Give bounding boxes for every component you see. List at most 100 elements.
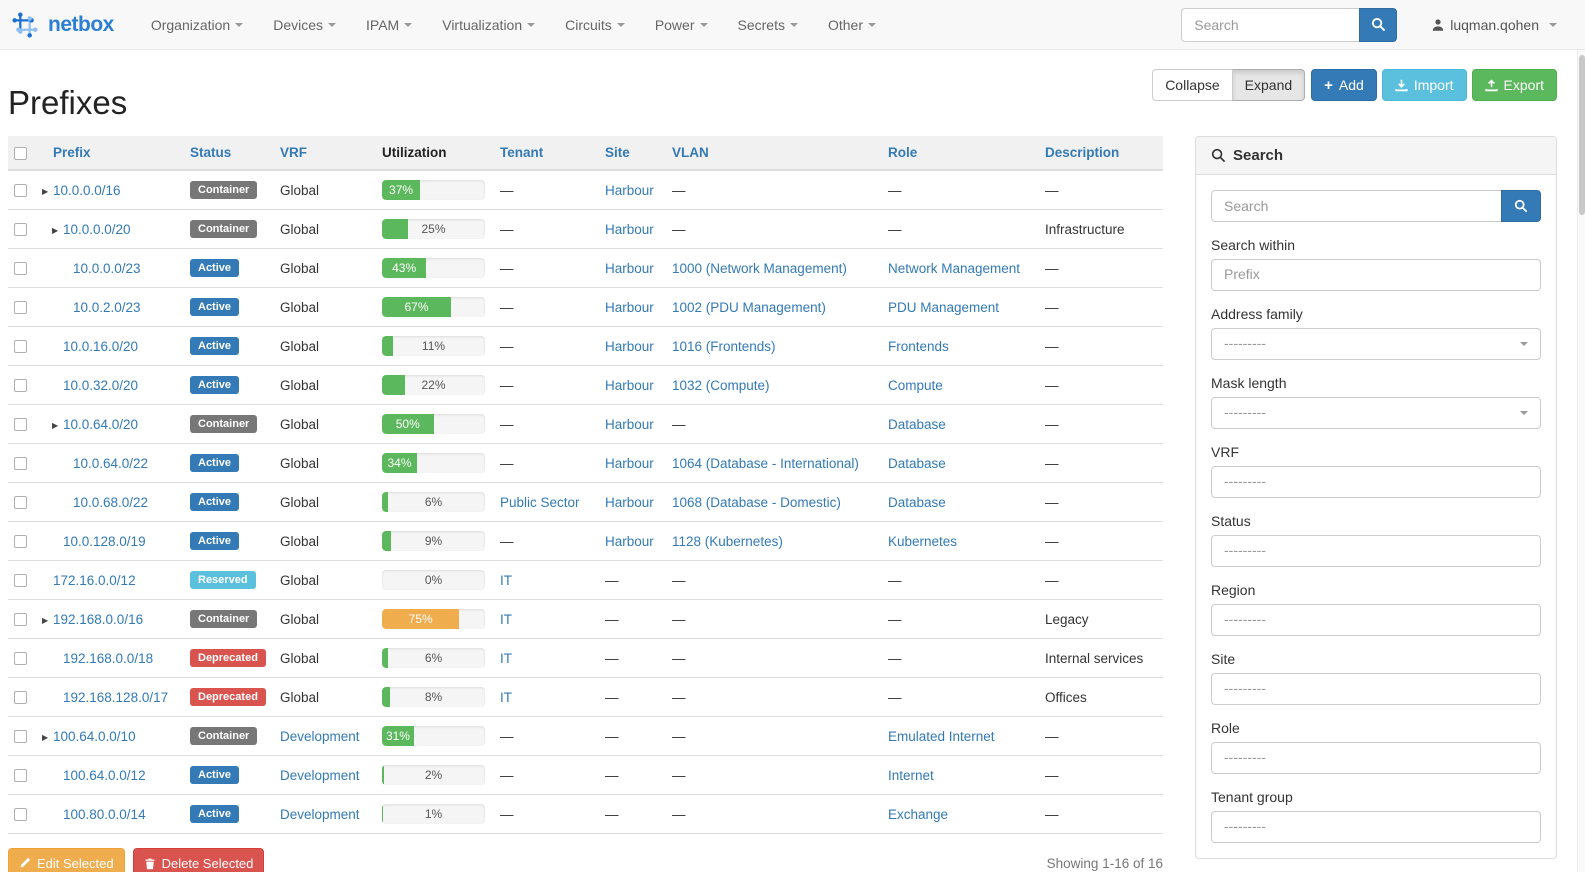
role-link[interactable]: Database bbox=[888, 456, 946, 471]
navbar-search-button[interactable] bbox=[1359, 8, 1397, 42]
field-input[interactable]: Prefix bbox=[1211, 259, 1541, 291]
prefix-link[interactable]: 10.0.64.0/20 bbox=[63, 417, 138, 432]
vlan-link[interactable]: 1002 (PDU Management) bbox=[672, 300, 826, 315]
row-checkbox[interactable] bbox=[14, 340, 27, 353]
vlan-link[interactable]: 1064 (Database - International) bbox=[672, 456, 859, 471]
prefix-link[interactable]: 10.0.0.0/23 bbox=[73, 261, 141, 276]
role-link[interactable]: Kubernetes bbox=[888, 534, 957, 549]
vrf-link[interactable]: Development bbox=[280, 807, 360, 822]
row-checkbox[interactable] bbox=[14, 808, 27, 821]
filter-search-input[interactable] bbox=[1211, 190, 1501, 222]
row-checkbox[interactable] bbox=[14, 535, 27, 548]
site-link[interactable]: Harbour bbox=[605, 183, 654, 198]
field-select[interactable]: --------- bbox=[1211, 535, 1541, 567]
export-button[interactable]: Export bbox=[1472, 69, 1557, 101]
tenant-link[interactable]: IT bbox=[500, 573, 512, 588]
add-button[interactable]: + Add bbox=[1311, 69, 1377, 101]
field-select[interactable]: --------- bbox=[1211, 328, 1541, 360]
site-link[interactable]: Harbour bbox=[605, 339, 654, 354]
site-link[interactable]: Harbour bbox=[605, 222, 654, 237]
triangle-right-icon[interactable]: ▶ bbox=[42, 733, 53, 742]
tenant-link[interactable]: IT bbox=[500, 651, 512, 666]
role-link[interactable]: PDU Management bbox=[888, 300, 999, 315]
prefix-link[interactable]: 10.0.16.0/20 bbox=[63, 339, 138, 354]
prefix-link[interactable]: 10.0.32.0/20 bbox=[63, 378, 138, 393]
row-checkbox[interactable] bbox=[14, 574, 27, 587]
column-header-vrf[interactable]: VRF bbox=[280, 145, 307, 160]
row-checkbox[interactable] bbox=[14, 223, 27, 236]
netbox-logo[interactable]: netbox bbox=[10, 10, 114, 40]
row-checkbox[interactable] bbox=[14, 769, 27, 782]
row-checkbox[interactable] bbox=[14, 730, 27, 743]
select-all-checkbox[interactable] bbox=[14, 147, 27, 160]
site-link[interactable]: Harbour bbox=[605, 378, 654, 393]
field-select[interactable]: --------- bbox=[1211, 604, 1541, 636]
edit-selected-button[interactable]: Edit Selected bbox=[8, 848, 125, 872]
column-header-site[interactable]: Site bbox=[605, 145, 630, 160]
tenant-link[interactable]: Public Sector bbox=[500, 495, 580, 510]
prefix-link[interactable]: 192.168.128.0/17 bbox=[63, 690, 168, 705]
nav-menu-secrets[interactable]: Secrets bbox=[723, 2, 813, 48]
expand-button[interactable]: Expand bbox=[1233, 69, 1305, 101]
site-link[interactable]: Harbour bbox=[605, 300, 654, 315]
vlan-link[interactable]: 1128 (Kubernetes) bbox=[672, 534, 783, 549]
tenant-link[interactable]: IT bbox=[500, 690, 512, 705]
row-checkbox[interactable] bbox=[14, 184, 27, 197]
navbar-search-input[interactable] bbox=[1181, 8, 1359, 42]
role-link[interactable]: Emulated Internet bbox=[888, 729, 995, 744]
import-button[interactable]: Import bbox=[1382, 69, 1467, 101]
role-link[interactable]: Database bbox=[888, 495, 946, 510]
field-select[interactable]: --------- bbox=[1211, 811, 1541, 843]
row-checkbox[interactable] bbox=[14, 418, 27, 431]
row-checkbox[interactable] bbox=[14, 301, 27, 314]
prefix-link[interactable]: 10.0.64.0/22 bbox=[73, 456, 148, 471]
column-header-prefix[interactable]: Prefix bbox=[53, 145, 91, 160]
prefix-link[interactable]: 192.168.0.0/18 bbox=[63, 651, 153, 666]
triangle-right-icon[interactable]: ▶ bbox=[52, 226, 63, 235]
nav-menu-power[interactable]: Power bbox=[640, 2, 723, 48]
role-link[interactable]: Compute bbox=[888, 378, 943, 393]
column-header-vlan[interactable]: VLAN bbox=[672, 145, 709, 160]
field-select[interactable]: --------- bbox=[1211, 673, 1541, 705]
nav-menu-organization[interactable]: Organization bbox=[136, 2, 258, 48]
vrf-link[interactable]: Development bbox=[280, 729, 360, 744]
site-link[interactable]: Harbour bbox=[605, 495, 654, 510]
collapse-button[interactable]: Collapse bbox=[1152, 69, 1232, 101]
field-select[interactable]: --------- bbox=[1211, 466, 1541, 498]
row-checkbox[interactable] bbox=[14, 652, 27, 665]
prefix-link[interactable]: 172.16.0.0/12 bbox=[53, 573, 136, 588]
column-header-tenant[interactable]: Tenant bbox=[500, 145, 543, 160]
row-checkbox[interactable] bbox=[14, 262, 27, 275]
role-link[interactable]: Database bbox=[888, 417, 946, 432]
site-link[interactable]: Harbour bbox=[605, 534, 654, 549]
vrf-link[interactable]: Development bbox=[280, 768, 360, 783]
field-select[interactable]: --------- bbox=[1211, 397, 1541, 429]
column-header-description[interactable]: Description bbox=[1045, 145, 1119, 160]
prefix-link[interactable]: 10.0.128.0/19 bbox=[63, 534, 146, 549]
site-link[interactable]: Harbour bbox=[605, 417, 654, 432]
scrollbar-thumb[interactable] bbox=[1579, 55, 1585, 215]
site-link[interactable]: Harbour bbox=[605, 261, 654, 276]
nav-menu-virtualization[interactable]: Virtualization bbox=[427, 2, 550, 48]
user-menu[interactable]: luqman.qohen bbox=[1431, 17, 1557, 33]
vlan-link[interactable]: 1068 (Database - Domestic) bbox=[672, 495, 841, 510]
nav-menu-circuits[interactable]: Circuits bbox=[550, 2, 640, 48]
row-checkbox[interactable] bbox=[14, 457, 27, 470]
prefix-link[interactable]: 100.80.0.0/14 bbox=[63, 807, 146, 822]
column-header-status[interactable]: Status bbox=[190, 145, 231, 160]
site-link[interactable]: Harbour bbox=[605, 456, 654, 471]
filter-search-button[interactable] bbox=[1501, 190, 1541, 222]
role-link[interactable]: Network Management bbox=[888, 261, 1020, 276]
role-link[interactable]: Frontends bbox=[888, 339, 949, 354]
triangle-right-icon[interactable]: ▶ bbox=[52, 421, 63, 430]
role-link[interactable]: Exchange bbox=[888, 807, 948, 822]
nav-menu-devices[interactable]: Devices bbox=[258, 2, 351, 48]
vlan-link[interactable]: 1016 (Frontends) bbox=[672, 339, 776, 354]
tenant-link[interactable]: IT bbox=[500, 612, 512, 627]
row-checkbox[interactable] bbox=[14, 613, 27, 626]
nav-menu-ipam[interactable]: IPAM bbox=[351, 2, 427, 48]
prefix-link[interactable]: 10.0.2.0/23 bbox=[73, 300, 141, 315]
triangle-right-icon[interactable]: ▶ bbox=[42, 187, 53, 196]
row-checkbox[interactable] bbox=[14, 496, 27, 509]
prefix-link[interactable]: 10.0.0.0/16 bbox=[53, 183, 121, 198]
